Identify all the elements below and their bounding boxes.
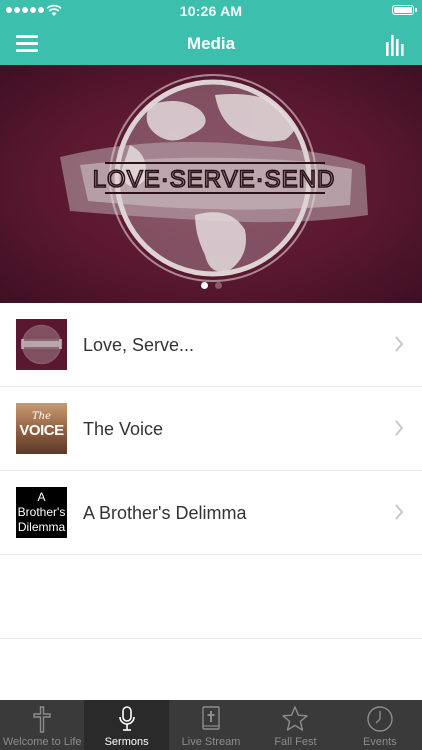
tab-live-stream[interactable]: Live Stream <box>169 700 253 750</box>
status-time: 10:26 AM <box>179 3 243 19</box>
clock-icon <box>367 706 393 732</box>
sermon-title: The Voice <box>83 419 164 439</box>
thumb-text-line: Brother's <box>17 505 66 519</box>
microphone-icon <box>118 706 135 731</box>
tab-label: Welcome to Life <box>2 736 82 748</box>
featured-banner[interactable]: LOVE·SERVE·SEND <box>0 65 422 303</box>
empty-list-row <box>0 555 422 639</box>
tab-welcome-to-life[interactable]: Welcome to Life <box>0 700 84 750</box>
tab-label: Sermons <box>104 736 149 748</box>
banner-artwork: LOVE·SERVE·SEND <box>60 74 368 282</box>
page-title: Media <box>186 34 236 53</box>
sermon-thumbnail: The VOICE <box>16 403 67 454</box>
page-dot-active <box>200 282 208 289</box>
banner-wordmark: LOVE·SERVE·SEND <box>93 166 336 193</box>
status-bar: 10:26 AM <box>0 0 422 22</box>
thumb-text-main: VOICE <box>19 422 64 439</box>
chevron-right-icon <box>395 504 404 520</box>
thumb-text-line: A <box>37 490 46 504</box>
tab-sermons[interactable]: Sermons <box>84 700 169 750</box>
tab-fall-fest[interactable]: Fall Fest <box>253 700 337 750</box>
battery-icon <box>392 5 417 15</box>
sermon-title: A Brother's Delimma <box>83 503 247 523</box>
tab-events[interactable]: Events <box>338 700 422 750</box>
sermon-list: Love, Serve... The VOICE The Voice A Bro… <box>0 303 422 639</box>
tab-bar: Welcome to Life Sermons Live Stream Fall… <box>0 700 422 750</box>
list-item[interactable]: Love, Serve... <box>0 303 422 387</box>
nav-bar: Media <box>0 22 422 65</box>
cross-icon <box>33 706 51 733</box>
list-item[interactable]: The VOICE The Voice <box>0 387 422 471</box>
tab-label: Fall Fest <box>274 736 317 748</box>
thumb-text-top: The <box>31 411 52 422</box>
sermon-title: Love, Serve... <box>83 335 195 355</box>
thumb-text-line: Dilemma <box>17 520 66 534</box>
star-icon <box>282 706 309 731</box>
bible-icon <box>202 706 220 730</box>
sermon-thumbnail <box>16 319 67 370</box>
sermon-thumbnail: A Brother's Dilemma <box>16 487 67 538</box>
chevron-right-icon <box>395 336 404 352</box>
page-dot <box>214 282 222 289</box>
tab-label: Live Stream <box>181 736 241 748</box>
page-indicator[interactable] <box>0 282 422 289</box>
tab-label: Events <box>363 736 397 748</box>
stats-button[interactable] <box>382 30 410 58</box>
chevron-right-icon <box>395 420 404 436</box>
list-item[interactable]: A Brother's Dilemma A Brother's Delimma <box>0 471 422 555</box>
